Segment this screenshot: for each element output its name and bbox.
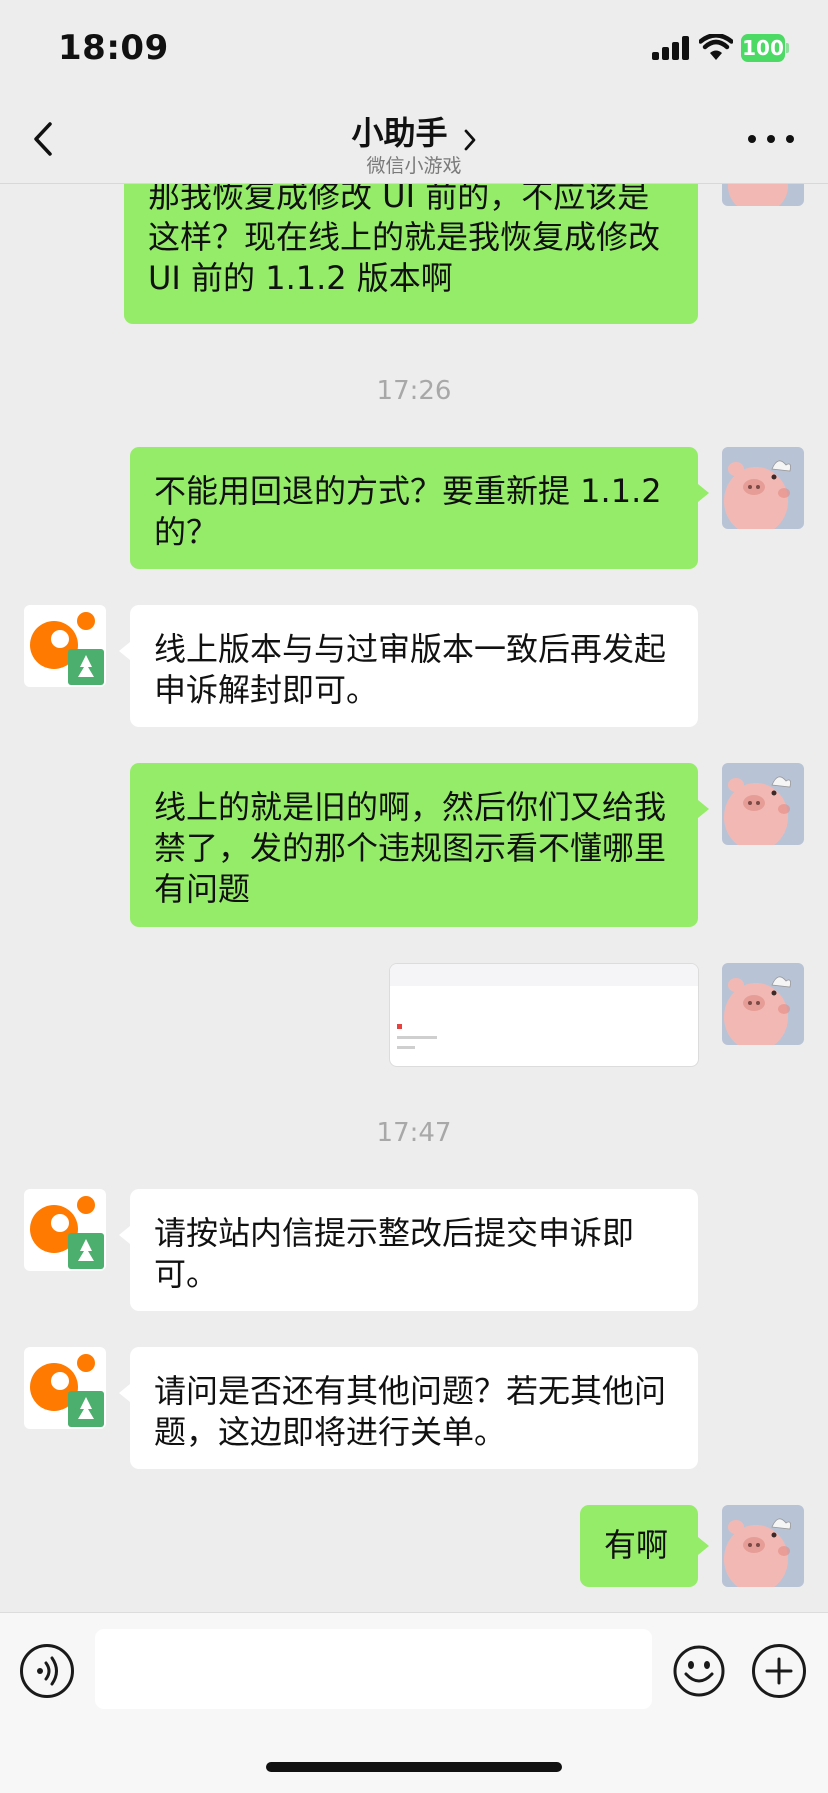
status-time: 18:09: [58, 28, 169, 68]
message-text: 那我恢复成修改 UI 前的，不应该是这样？现在线上的就是我恢复成修改 UI 前的…: [148, 184, 661, 297]
input-bar: [0, 1612, 828, 1793]
message-text: 线上版本与与过审版本一致后再发起申诉解封即可。: [154, 630, 667, 709]
message-input[interactable]: [95, 1629, 652, 1709]
my-message-bubble[interactable]: 那我恢复成修改 UI 前的，不应该是这样？现在线上的就是我恢复成修改 UI 前的…: [124, 184, 698, 324]
nav-subtitle: 微信小游戏: [366, 155, 462, 177]
pig-avatar-icon: [722, 963, 804, 1045]
chevron-right-icon: [464, 129, 475, 150]
my-message-bubble[interactable]: 不能用回退的方式？要重新提 1.1.2 的？: [130, 447, 698, 569]
nav-title-area[interactable]: 小助手: [0, 108, 828, 154]
message-text: 有啊: [604, 1526, 669, 1564]
my-avatar[interactable]: [722, 1505, 804, 1587]
assistant-avatar[interactable]: [24, 605, 106, 687]
assistant-logo-icon: [24, 1189, 106, 1271]
voice-icon[interactable]: [20, 1644, 74, 1698]
emoji-icon[interactable]: [672, 1644, 726, 1698]
message-text: 线上的就是旧的啊，然后你们又给我禁了，发的那个违规图示看不懂哪里有问题: [154, 788, 667, 908]
home-indicator: [266, 1762, 562, 1772]
my-avatar[interactable]: [722, 763, 804, 845]
plus-icon[interactable]: [752, 1644, 806, 1698]
assistant-avatar[interactable]: [24, 1347, 106, 1429]
my-message-bubble[interactable]: 有啊: [580, 1505, 698, 1587]
assistant-logo-icon: [24, 605, 106, 687]
timestamp: 17:26: [376, 376, 452, 406]
timestamp: 17:47: [376, 1118, 452, 1148]
my-message-bubble[interactable]: 线上的就是旧的啊，然后你们又给我禁了，发的那个违规图示看不懂哪里有问题: [130, 763, 698, 927]
more-dots-icon[interactable]: [748, 128, 794, 148]
message-text: 请按站内信提示整改后提交申诉即可。: [154, 1214, 635, 1293]
my-avatar[interactable]: [722, 963, 804, 1045]
battery-icon: 100: [741, 34, 789, 62]
assistant-message-bubble[interactable]: 请按站内信提示整改后提交申诉即可。: [130, 1189, 698, 1311]
message-text: 请问是否还有其他问题？若无其他问题，这边即将进行关单。: [154, 1372, 667, 1451]
pig-avatar-icon: [722, 184, 804, 206]
signal-icon: [652, 36, 690, 60]
nav-bar: 小助手 微信小游戏: [0, 96, 828, 184]
wifi-icon: [699, 34, 733, 60]
message-text: 不能用回退的方式？要重新提 1.1.2 的？: [154, 472, 662, 551]
status-bar: 18:09 100: [0, 0, 828, 96]
chat-area[interactable]: 那我恢复成修改 UI 前的，不应该是这样？现在线上的就是我恢复成修改 UI 前的…: [0, 184, 828, 1612]
my-avatar[interactable]: [722, 184, 804, 206]
assistant-message-bubble[interactable]: 请问是否还有其他问题？若无其他问题，这边即将进行关单。: [130, 1347, 698, 1469]
pig-avatar-icon: [722, 447, 804, 529]
assistant-logo-icon: [24, 1347, 106, 1429]
image-message[interactable]: [389, 963, 699, 1067]
assistant-message-bubble[interactable]: 线上版本与与过审版本一致后再发起申诉解封即可。: [130, 605, 698, 727]
pig-avatar-icon: [722, 1505, 804, 1587]
assistant-avatar[interactable]: [24, 1189, 106, 1271]
battery-level: 100: [741, 34, 785, 62]
my-avatar[interactable]: [722, 447, 804, 529]
nav-title[interactable]: 小助手: [351, 108, 447, 154]
pig-avatar-icon: [722, 763, 804, 845]
